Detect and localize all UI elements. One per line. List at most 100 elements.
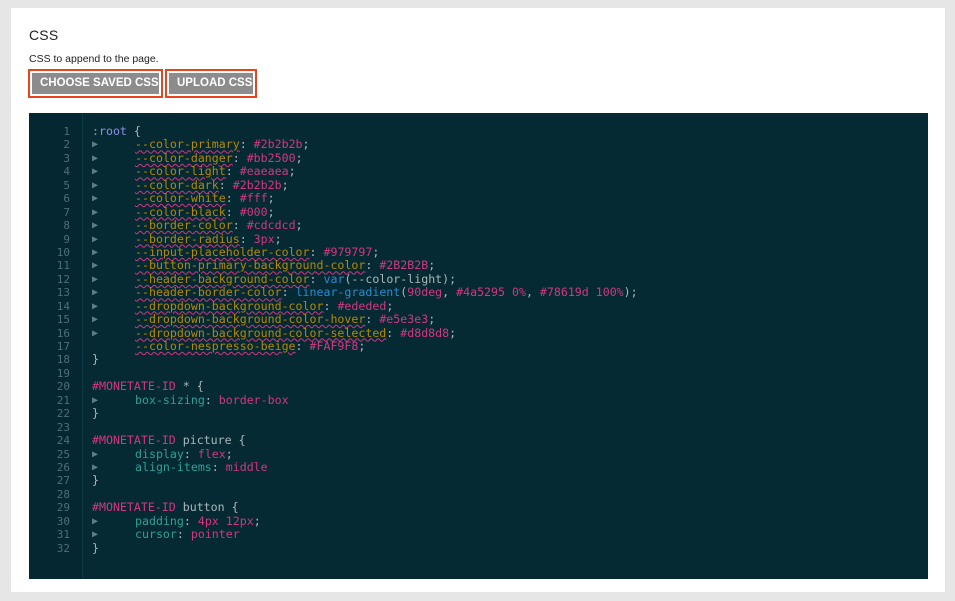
code-text: :root {	[92, 124, 141, 138]
code-text: --dropdown-background-color-selected: #d…	[135, 325, 457, 340]
indent-marker-icon: ▶	[92, 287, 99, 299]
indent-marker-icon: ▶	[92, 448, 99, 460]
code-text: --color-black: #000;	[135, 204, 275, 219]
indent-marker-icon: ▶	[92, 179, 99, 191]
indent-marker-icon: ▶	[92, 314, 99, 326]
code-text: --input-placeholder-color: #979797;	[135, 244, 380, 259]
code-text: --color-dark: #2b2b2b;	[135, 177, 289, 192]
indent-marker-icon: ▶	[92, 206, 99, 218]
indent-marker-icon: ▶	[92, 152, 99, 164]
code-line: 2 ▶ --color-primary: #2b2b2b;	[29, 137, 928, 152]
line-number: 31	[56, 528, 70, 542]
line-number: 19	[56, 366, 70, 380]
code-text: --color-light: #eaeaea;	[135, 164, 296, 179]
code-line: 32}	[29, 541, 928, 555]
code-line: 15 ▶ --dropdown-background-color-hover: #e…	[29, 312, 928, 327]
code-text: display: flex;	[135, 446, 233, 461]
code-text: --border-radius: 3px;	[135, 231, 282, 246]
indent-marker-icon: ▶	[92, 233, 99, 245]
line-number: 27	[56, 474, 70, 488]
code-line: 29 #MONETATE-ID button {	[29, 500, 928, 515]
indent-marker-icon: ▶	[92, 166, 99, 178]
choose-saved-css-button[interactable]: CHOOSE SAVED CSS	[32, 73, 159, 94]
code-line: 21 ▶ box-sizing: border-box	[29, 393, 928, 407]
code-line: 18}	[29, 352, 928, 367]
code-text: --border-color: #cdcdcd;	[135, 218, 303, 233]
code-text: --color-white: #fff;	[135, 191, 275, 206]
section-title: CSS	[29, 27, 59, 43]
line-number: 4	[63, 165, 70, 179]
code-text: #MONETATE-ID button {	[92, 500, 239, 515]
line-number: 1	[63, 125, 70, 138]
line-number: 6	[63, 192, 70, 206]
choose-saved-css-button-frame: CHOOSE SAVED CSS	[28, 69, 163, 98]
indent-marker-icon: ▶	[92, 300, 99, 312]
line-number: 21	[56, 393, 70, 407]
indent-marker-icon: ▶	[92, 260, 99, 272]
line-number: 13	[56, 286, 70, 300]
line-number: 26	[56, 460, 70, 474]
code-line: 13 ▶ --header-border-color: linear-gradien…	[29, 285, 928, 300]
indent-marker-icon: ▶	[92, 327, 99, 339]
line-number: 29	[56, 501, 70, 515]
code-line: 28	[29, 488, 928, 501]
code-line: 11 ▶ --button-primary-background-color: #2…	[29, 258, 928, 273]
line-number: 3	[63, 151, 70, 165]
code-line: 12 ▶ --header-background-color: var(--colo…	[29, 271, 928, 286]
line-number: 25	[56, 447, 70, 461]
code-line: 27}	[29, 473, 928, 488]
code-line: 23	[29, 421, 928, 434]
line-number: 20	[56, 380, 70, 394]
code-text: --color-danger: #bb2500;	[135, 150, 303, 165]
line-number: 7	[63, 205, 70, 219]
indent-marker-icon: ▶	[92, 273, 99, 285]
code-line: 22}	[29, 406, 928, 421]
code-text: --color-nespresso-beige: #FAF9F8;	[135, 339, 366, 353]
line-number: 23	[56, 420, 70, 434]
code-line: 17 --color-nespresso-beige: #FAF9F8;	[29, 339, 928, 353]
indent-marker-icon: ▶	[92, 529, 99, 541]
code-line: 24 #MONETATE-ID picture {	[29, 433, 928, 448]
code-area[interactable]: 1:root {2 ▶ --color-primary: #2b2b2b; 3 ▶ --c…	[29, 124, 928, 555]
code-line: 9 ▶ --border-radius: 3px;	[29, 231, 928, 246]
line-number: 22	[56, 407, 70, 421]
code-line: 8 ▶ --border-color: #cdcdcd;	[29, 218, 928, 233]
line-number: 17	[56, 340, 70, 353]
code-line: 6 ▶ --color-white: #fff;	[29, 191, 928, 206]
line-number: 15	[56, 313, 70, 327]
css-code-editor[interactable]: 1:root {2 ▶ --color-primary: #2b2b2b; 3 ▶ --c…	[29, 113, 928, 579]
indent-marker-icon: ▶	[92, 394, 99, 406]
code-text: align-items: middle	[135, 459, 268, 474]
code-line: 5 ▶ --color-dark: #2b2b2b;	[29, 177, 928, 192]
code-line: 10 ▶ --input-placeholder-color: #979797;	[29, 244, 928, 259]
code-text: --header-border-color: linear-gradient(9…	[135, 285, 638, 300]
code-text: --button-primary-background-color: #2B2B…	[135, 258, 436, 273]
indent-marker-icon: ▶	[92, 193, 99, 205]
section-description: CSS to append to the page.	[29, 53, 159, 65]
code-text: }	[92, 352, 99, 367]
code-line: 1 :root {	[29, 124, 928, 138]
code-line: 31 ▶ cursor: pointer	[29, 527, 928, 542]
line-number: 14	[56, 299, 70, 313]
indent-marker-icon: ▶	[92, 246, 99, 258]
code-line: 3 ▶ --color-danger: #bb2500;	[29, 150, 928, 165]
line-number: 8	[63, 219, 70, 233]
line-number: 9	[63, 232, 70, 246]
code-line: 16 ▶ --dropdown-background-color-selected:…	[29, 325, 928, 340]
line-number: 24	[56, 434, 70, 448]
line-number: 2	[63, 138, 70, 152]
line-number: 18	[56, 353, 70, 367]
code-line: 19	[29, 367, 928, 380]
line-number: 12	[56, 272, 70, 286]
code-text: --color-primary: #2b2b2b;	[135, 137, 310, 152]
code-line: 26 ▶ align-items: middle	[29, 459, 928, 474]
code-text: }	[92, 473, 99, 488]
upload-css-button[interactable]: UPLOAD CSS	[169, 73, 253, 94]
line-number: 16	[56, 326, 70, 340]
line-number: 28	[56, 487, 70, 501]
code-text: #MONETATE-ID * {	[92, 379, 204, 394]
code-line: 20 #MONETATE-ID * {	[29, 379, 928, 394]
line-number: 10	[56, 245, 70, 259]
code-text: --header-background-color: var(--color-l…	[135, 271, 457, 286]
line-number: 5	[63, 178, 70, 192]
